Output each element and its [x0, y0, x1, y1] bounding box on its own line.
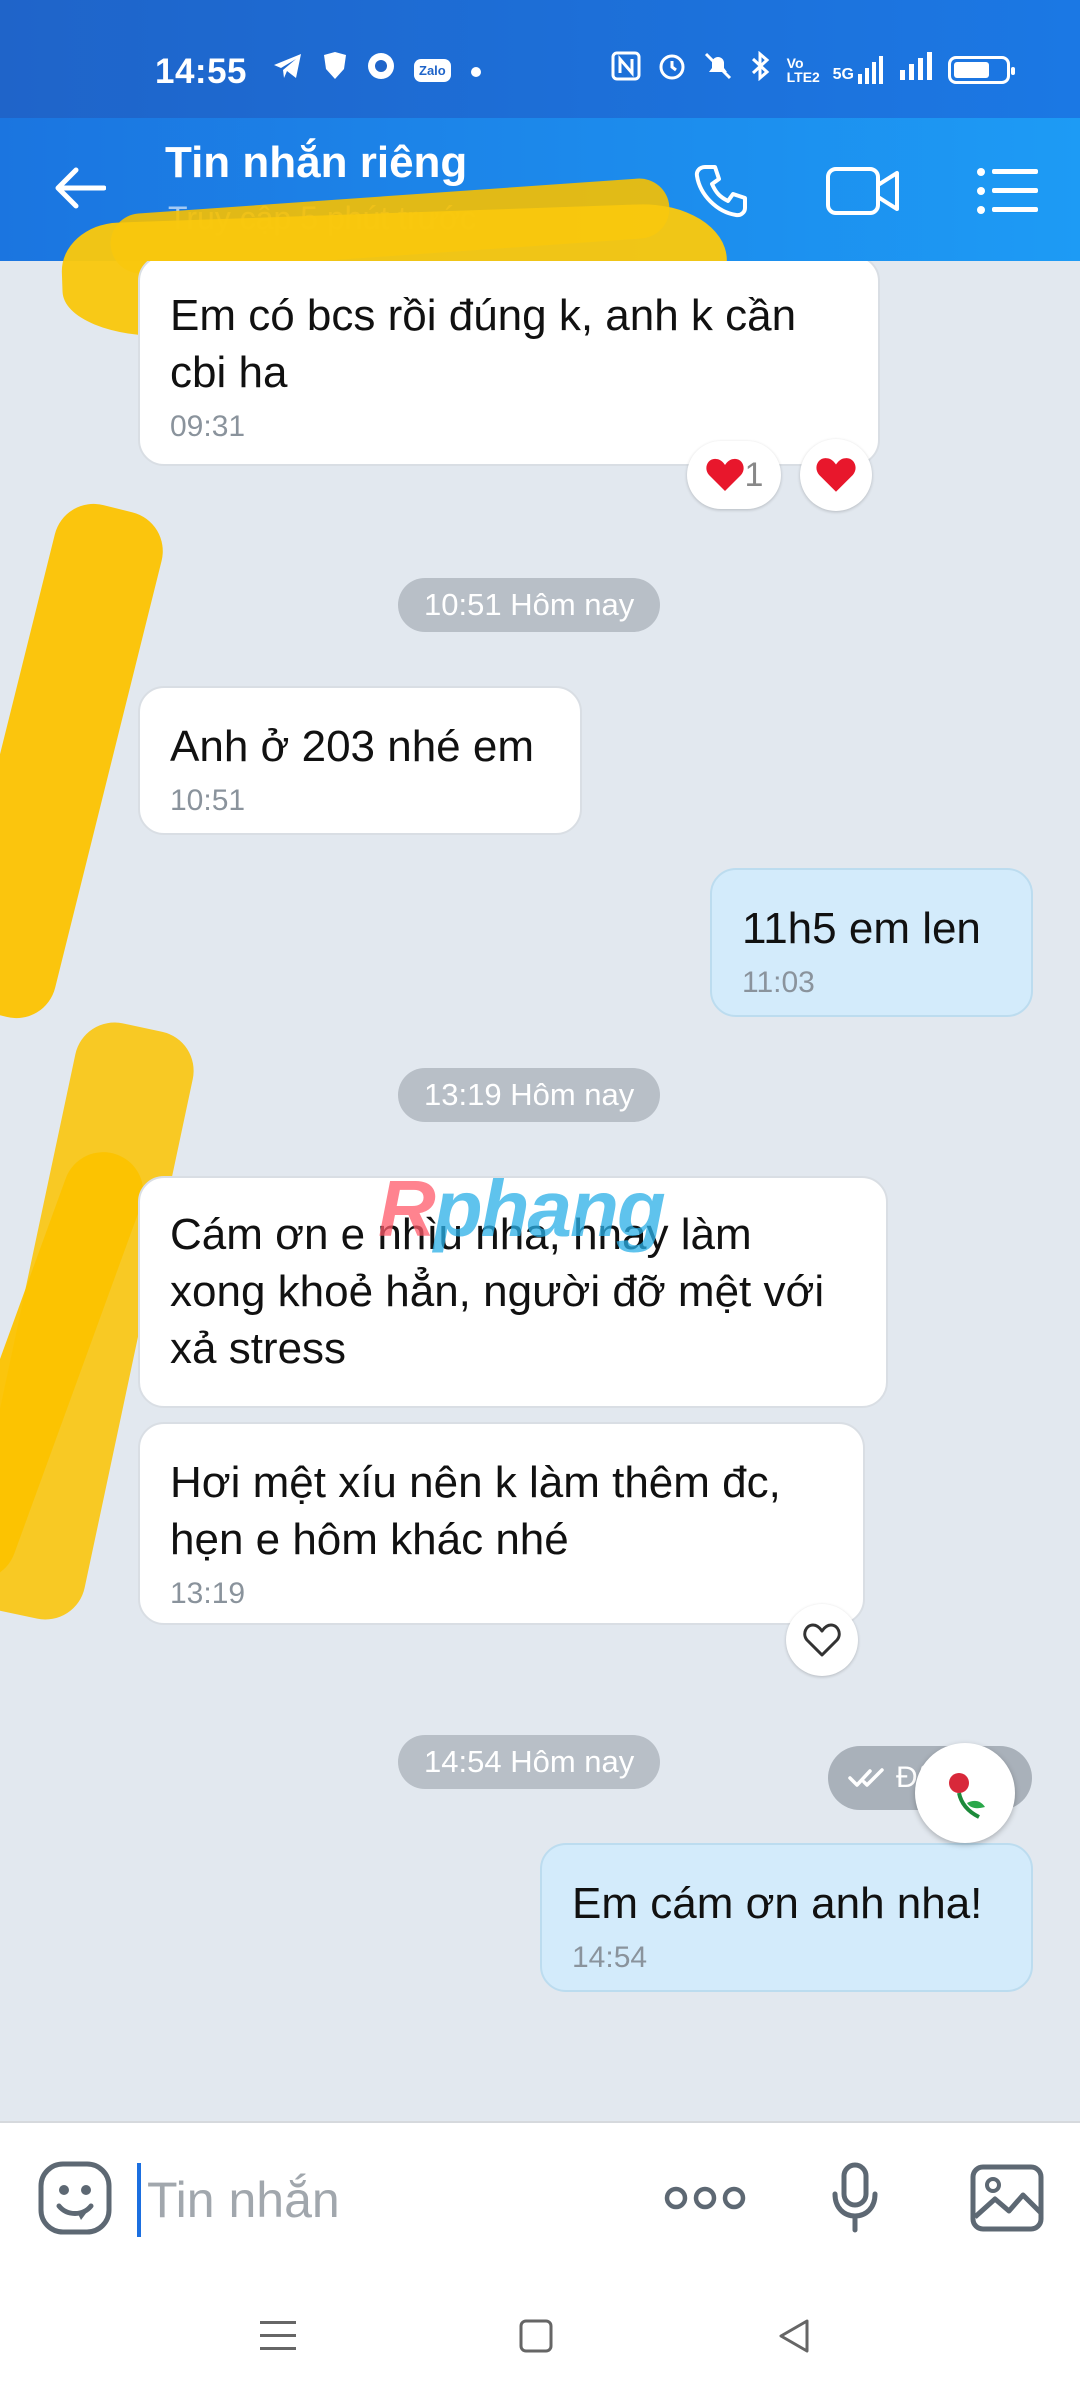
image-icon — [970, 2164, 1044, 2232]
more-button[interactable] — [660, 2153, 750, 2243]
back-nav-button[interactable] — [754, 2301, 834, 2371]
image-picker-button[interactable] — [962, 2153, 1052, 2243]
emoji-icon — [38, 2161, 112, 2235]
call-button[interactable] — [676, 146, 766, 236]
heart-icon — [816, 458, 856, 492]
battery-icon — [948, 55, 1015, 84]
message-line: hẹn e hôm khác nhé — [170, 1515, 569, 1564]
message-time: 10:51 — [170, 784, 246, 817]
zalo-icon: Zalo — [414, 58, 451, 82]
status-time: 14:55 — [155, 52, 248, 91]
chat-header: Tin nhắn riêng Truy cập 5 phút trước — [0, 118, 1080, 340]
menu-button[interactable] — [963, 146, 1053, 236]
message-bubble-incoming[interactable]: Hơi mệt xíu nên k làm thêm đc, hẹn e hôm… — [138, 1422, 865, 1625]
message-line: xả stress — [170, 1324, 347, 1373]
recent-apps-button[interactable] — [238, 2301, 318, 2371]
back-triangle-icon — [779, 2319, 809, 2353]
watermark-logo: Rphang — [378, 1163, 666, 1255]
home-icon — [519, 2319, 553, 2353]
signal-icon — [900, 52, 932, 87]
message-bubble-incoming[interactable]: Anh ở 203 nhé em 10:51 — [138, 686, 582, 835]
network-type: 5G — [832, 65, 854, 83]
double-check-icon — [848, 1768, 884, 1787]
date-separator: 10:51 Hôm nay — [398, 578, 661, 632]
message-line: 11h5 em len — [742, 904, 981, 953]
message-line: cbi ha — [170, 348, 288, 397]
phone-icon — [694, 165, 747, 218]
dot-icon — [469, 53, 483, 87]
telegram-icon — [272, 51, 304, 89]
recent-apps-icon — [260, 2321, 296, 2350]
video-call-button[interactable] — [818, 146, 908, 236]
heart-outline-icon — [803, 1623, 841, 1657]
message-time: 14:54 — [572, 1941, 648, 1974]
video-call-icon — [826, 167, 899, 215]
menu-icon — [977, 168, 1038, 214]
rose-sticker-icon — [949, 1773, 985, 1819]
message-bubble-outgoing[interactable]: 11h5 em len 11:03 — [710, 868, 1033, 1017]
message-time: 11:03 — [742, 966, 815, 999]
message-text: Em cám ơn anh nha! — [572, 1875, 1001, 1932]
message-text: Hơi mệt xíu nên k làm thêm đc, hẹn e hôm… — [170, 1454, 833, 1568]
date-separator: 13:19 Hôm nay — [398, 1068, 661, 1122]
back-arrow-icon — [55, 167, 106, 209]
notification-icons: Zalo — [272, 51, 483, 89]
emoji-button[interactable] — [30, 2153, 120, 2243]
message-text: 11h5 em len — [742, 900, 1001, 957]
system-navigation-bar — [0, 2276, 1080, 2400]
heart-icon — [705, 458, 744, 491]
reaction-heart-count[interactable]: 1 — [687, 441, 781, 509]
status-bar: 14:55 Zalo Vo LTE2 5G — [0, 0, 1080, 118]
volte-icon: Vo LTE2 — [786, 54, 820, 85]
message-line: xong khoẻ hẳn, người đỡ mệt với — [170, 1267, 825, 1316]
message-text: Em có bcs rồi đúng k, anh k cần cbi ha — [170, 287, 848, 401]
contact-name[interactable]: Tin nhắn riêng — [165, 138, 467, 188]
message-line: Hơi mệt xíu nên k làm thêm đc, — [170, 1458, 781, 1507]
reaction-count: 1 — [744, 455, 764, 494]
watermark-part: phang — [433, 1164, 666, 1253]
voice-message-button[interactable] — [810, 2153, 900, 2243]
date-separator: 14:54 Hôm nay — [398, 1735, 661, 1789]
message-time: 13:19 — [170, 1577, 246, 1610]
bluetooth-icon — [749, 50, 771, 88]
more-icon — [664, 2186, 746, 2210]
system-icons: Vo LTE2 5G — [611, 50, 1015, 88]
message-bubble-outgoing[interactable]: Em cám ơn anh nha! 14:54 — [540, 1843, 1033, 1992]
message-line: Anh ở 203 nhé em — [170, 722, 534, 771]
back-button[interactable] — [40, 148, 120, 228]
message-composer — [0, 2121, 1080, 2278]
react-button[interactable] — [786, 1604, 858, 1676]
home-button[interactable] — [496, 2301, 576, 2371]
vpn-shield-icon — [322, 51, 348, 89]
microphone-icon — [832, 2162, 878, 2233]
sticker-suggestion-button[interactable] — [915, 1743, 1015, 1843]
react-button[interactable] — [800, 439, 872, 511]
message-input[interactable] — [137, 2163, 629, 2237]
alarm-icon — [657, 51, 687, 88]
message-bubble-incoming[interactable]: Em có bcs rồi đúng k, anh k cần cbi ha 0… — [138, 261, 880, 466]
message-line: Em cám ơn anh nha! — [572, 1879, 983, 1928]
message-text: Anh ở 203 nhé em — [170, 718, 550, 775]
chat-messages[interactable]: Em có bcs rồi đúng k, anh k cần cbi ha 0… — [0, 261, 1080, 2121]
app-icon — [366, 51, 396, 89]
5g-signal-icon: 5G — [832, 55, 884, 84]
message-line: Em có bcs rồi đúng k, anh k cần — [170, 291, 797, 340]
mute-icon — [703, 51, 733, 88]
watermark-part: R — [378, 1164, 436, 1253]
nfc-icon — [611, 51, 641, 88]
